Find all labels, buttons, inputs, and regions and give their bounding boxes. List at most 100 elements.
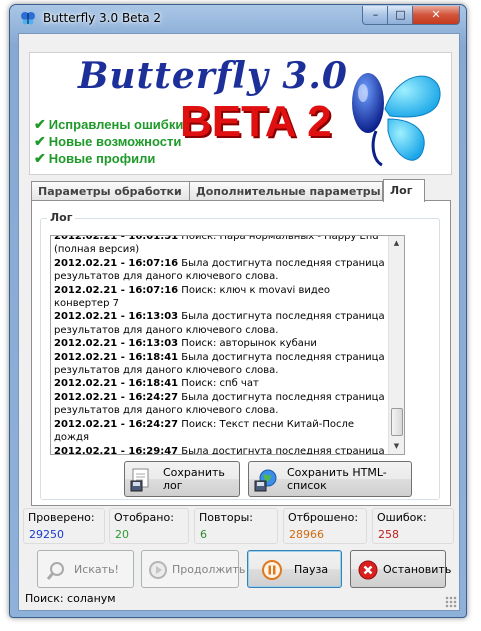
save-log-label: Сохранить лог: [163, 466, 225, 492]
status-text: Поиск: соланум: [25, 592, 116, 605]
log-message: результатов для даного ключевого слова.: [54, 271, 279, 283]
log-timestamp: 2012.02.21 - 16:07:16: [54, 284, 179, 296]
tab-log[interactable]: Лог: [383, 179, 425, 202]
log-line: 2012.02.21 - 16:13:03 Была достигнута по…: [54, 310, 388, 323]
save-document-icon: [130, 468, 149, 492]
log-line: 2012.02.21 - 16:01:51 Поиск: Пара нормал…: [54, 235, 388, 243]
log-message: Была достигнута последняя страница: [178, 257, 385, 269]
log-message: Была достигнута последняя страница: [178, 445, 385, 455]
window-title: Butterfly 3.0 Beta 2: [43, 11, 162, 25]
play-icon: [149, 561, 167, 579]
stop-button[interactable]: Остановить: [350, 550, 451, 588]
log-message: результатов для даного ключевого слова.: [54, 324, 279, 336]
feature-item: ✔ Новые профили: [34, 150, 156, 166]
log-group-title: Лог: [47, 211, 76, 224]
stat-rejected: Отброшено: 28966: [283, 508, 367, 544]
stat-checked: Проверено: 29250: [23, 508, 105, 544]
log-scrollbar[interactable]: ▲ ▼: [388, 236, 404, 454]
log-line: 2012.02.21 - 16:18:41 Была достигнута по…: [54, 351, 388, 364]
log-timestamp: 2012.02.21 - 16:07:16: [54, 257, 179, 269]
log-timestamp: 2012.02.21 - 16:18:41: [54, 351, 179, 363]
log-message: результатов для даного ключевого слова.: [54, 365, 279, 377]
log-timestamp: 2012.02.21 - 16:24:27: [54, 391, 179, 403]
stat-repeats: Повторы: 6: [194, 508, 278, 544]
stat-value: 29250: [29, 528, 64, 541]
stat-label: Проверено:: [28, 511, 95, 524]
stat-value: 6: [200, 528, 207, 541]
log-line: результатов для даного ключевого слова.: [54, 270, 388, 283]
stat-value: 28966: [289, 528, 324, 541]
stat-errors: Ошибок: 258: [372, 508, 454, 544]
log-line: 2012.02.21 - 16:07:16 Поиск: ключ к mova…: [54, 284, 388, 311]
search-label: Искать!: [74, 562, 119, 576]
butterfly-app-icon: [21, 12, 35, 25]
stop-label: Остановить: [383, 562, 452, 576]
log-timestamp: 2012.02.21 - 16:29:47: [54, 445, 179, 455]
minimize-button[interactable]: –: [362, 6, 389, 25]
log-timestamp: 2012.02.21 - 16:13:03: [54, 311, 179, 323]
resize-grip-icon[interactable]: [445, 596, 457, 608]
pause-label: Пауза: [294, 562, 329, 576]
banner-logo: Butterfly 3.0 BETA 2 ✔ Исправлены ошибки …: [29, 52, 452, 175]
log-line: результатов для даного ключевого слова.: [54, 324, 388, 337]
pause-button[interactable]: Пауза: [247, 550, 342, 588]
close-button[interactable]: ✕: [412, 6, 460, 25]
log-groupbox: Лог 2012.02.21 - 16:01:51 Поиск: Пара но…: [40, 211, 440, 500]
butterfly-logo-icon: [352, 73, 441, 167]
log-message: Поиск: спб чат: [178, 378, 259, 390]
log-timestamp: 2012.02.21 - 16:13:03: [54, 338, 179, 350]
log-message: Была достигнута последняя страница: [178, 351, 385, 363]
tab-processing-params[interactable]: Параметры обработки: [31, 181, 191, 201]
log-line: результатов для даного ключевого слова.: [54, 364, 388, 377]
scroll-down-icon[interactable]: ▼: [389, 439, 404, 454]
title-bar[interactable]: Butterfly 3.0 Beta 2 – □ ✕: [10, 5, 466, 31]
log-message: Поиск: Пара нормальных - Happy End: [178, 235, 379, 242]
log-lines: 2012.02.21 - 16:01:51 Поиск: Пара нормал…: [54, 235, 388, 455]
log-message: результатов для даного ключевого слова.: [54, 405, 279, 417]
feature-item: ✔ Новые возможности: [34, 133, 182, 149]
log-message: Была достигнута последняя страница: [178, 311, 385, 323]
banner-beta-badge: BETA 2: [180, 97, 332, 146]
pause-icon: [262, 560, 282, 580]
magnifier-icon: [46, 562, 64, 580]
maximize-button[interactable]: □: [387, 6, 414, 25]
save-log-button[interactable]: Сохранить лог: [124, 461, 240, 497]
log-message: (полная версия): [54, 244, 140, 256]
log-line: 2012.02.21 - 16:07:16 Была достигнута по…: [54, 257, 388, 270]
checkmark-icon: ✔: [34, 133, 46, 149]
log-line: 2012.02.21 - 16:24:27 Была достигнута по…: [54, 391, 388, 404]
log-line: 2012.02.21 - 16:18:41 Поиск: спб чат: [54, 377, 388, 390]
log-line: 2012.02.21 - 16:29:47 Была достигнута по…: [54, 445, 388, 455]
log-message: Была достигнута последняя страница: [178, 391, 385, 403]
checkmark-icon: ✔: [34, 116, 46, 132]
tab-additional-params[interactable]: Дополнительные параметры: [189, 181, 383, 201]
stat-selected: Отобрано: 20: [109, 508, 189, 544]
log-timestamp: 2012.02.21 - 16:24:27: [54, 418, 179, 430]
stat-value: 258: [378, 528, 399, 541]
log-timestamp: 2012.02.21 - 16:01:51: [54, 235, 179, 242]
client-area: Butterfly 3.0 BETA 2 ✔ Исправлены ошибки …: [18, 33, 460, 611]
save-html-list-button[interactable]: Сохранить HTML-список: [248, 461, 412, 497]
log-textarea[interactable]: 2012.02.21 - 16:01:51 Поиск: Пара нормал…: [50, 235, 405, 455]
status-bar: Поиск: соланум: [19, 589, 459, 610]
stop-icon: [358, 560, 378, 580]
log-line: 2012.02.21 - 16:24:27 Поиск: Текст песни…: [54, 418, 388, 445]
stat-label: Отобрано:: [114, 511, 174, 524]
save-html-list-label: Сохранить HTML-список: [287, 466, 387, 492]
tab-panel-log: Лог 2012.02.21 - 16:01:51 Поиск: Пара но…: [31, 200, 451, 506]
continue-button[interactable]: Продолжить: [141, 550, 245, 588]
log-line: результатов для даного ключевого слова.: [54, 404, 388, 417]
globe-save-icon: [254, 469, 277, 492]
scroll-up-icon[interactable]: ▲: [389, 236, 404, 251]
stat-label: Ошибок:: [377, 511, 427, 524]
log-message: Поиск: авторынок кубани: [178, 338, 317, 350]
stat-value: 20: [115, 528, 129, 541]
feature-item: ✔ Исправлены ошибки: [34, 116, 184, 132]
continue-label: Продолжить: [172, 562, 246, 576]
banner-title: Butterfly 3.0: [78, 55, 348, 97]
log-line: (полная версия): [54, 243, 388, 256]
scroll-thumb[interactable]: [391, 408, 403, 436]
stat-label: Повторы:: [199, 511, 253, 524]
checkmark-icon: ✔: [34, 150, 46, 166]
search-button[interactable]: Искать!: [37, 550, 134, 588]
